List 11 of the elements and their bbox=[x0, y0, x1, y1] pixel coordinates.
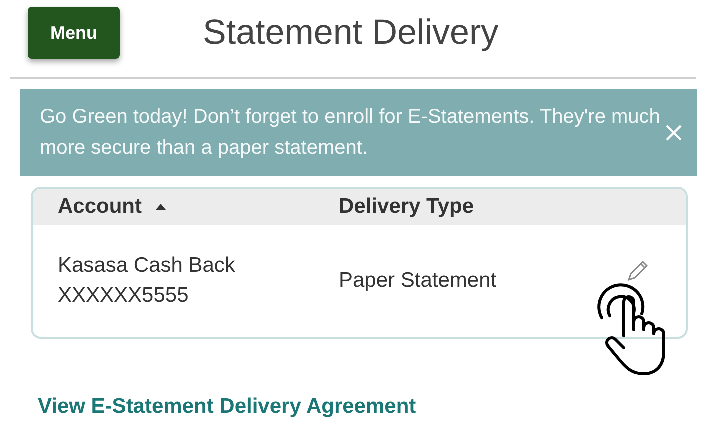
account-cell-text: Kasasa Cash Back XXXXXX5555 bbox=[58, 253, 236, 309]
page-title: Statement Delivery bbox=[203, 13, 499, 53]
sort-ascending-icon[interactable] bbox=[156, 204, 166, 210]
banner-message: Go Green today! Don’t forget to enroll for E-Statements. They're much more secure than a paper statement. bbox=[40, 104, 662, 160]
pencil-icon[interactable] bbox=[626, 259, 650, 283]
agreement-link[interactable]: View E-Statement Delivery Agreement bbox=[38, 395, 416, 419]
delivery-type-cell-text: Paper Statement bbox=[339, 269, 498, 293]
menu-button[interactable]: Menu bbox=[28, 7, 120, 59]
column-header[interactable]: Account bbox=[58, 195, 142, 219]
column-header[interactable]: Delivery Type bbox=[339, 195, 474, 219]
close-icon[interactable] bbox=[665, 124, 683, 142]
